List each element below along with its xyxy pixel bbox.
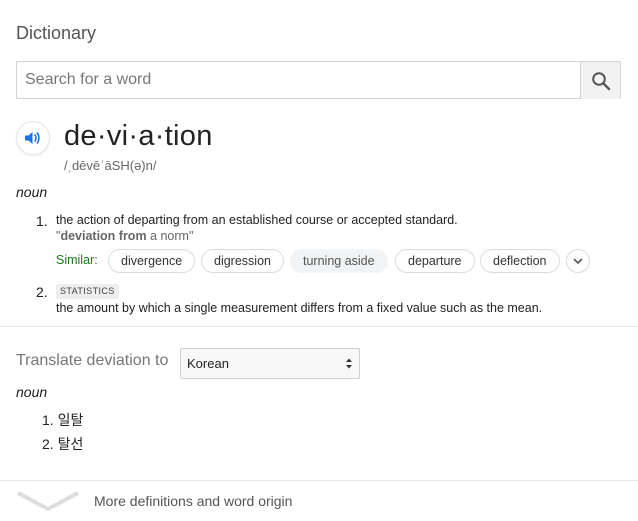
sense-definition: the amount by which a single measurement… [56,301,543,315]
similar-label: Similar: [56,253,98,267]
language-select[interactable]: Korean [180,348,360,379]
speaker-icon [25,132,40,144]
expand-more-icon[interactable] [16,490,80,512]
dictionary-card: Dictionary de·vi·a·tion /ˌdēvēˈāSH(ə)n/ … [0,0,638,521]
similar-chip-digression[interactable]: digression [201,249,284,273]
translation-item: 2. 탈선 [42,436,84,452]
sense-example: "deviation from a norm" [56,229,194,243]
section-divider [0,326,638,327]
similar-chip-departure[interactable]: departure [395,249,475,273]
similar-chip-turning-aside[interactable]: turning aside [290,249,388,273]
sense-number: 1. [36,213,48,229]
similar-chip-divergence[interactable]: divergence [108,249,196,273]
headword: de·vi·a·tion [64,120,213,152]
card-title: Dictionary [16,23,97,43]
chevron-down-icon [573,258,583,264]
footer-divider [0,480,638,481]
search-icon [591,71,610,90]
domain-label: STATISTICS [56,284,119,299]
search-input[interactable] [17,62,581,98]
search-button[interactable] [580,62,620,99]
sense-definition: the action of departing from an establis… [56,213,458,227]
translation-part-of-speech: noun [16,384,48,400]
translate-label: Translate deviation to [16,352,169,369]
sense-number: 2. [36,284,48,300]
part-of-speech: noun [16,184,48,200]
translation-item: 1. 일탈 [42,412,84,428]
more-definitions-link[interactable]: More definitions and word origin [94,493,292,509]
search-box [16,61,621,99]
select-arrows-icon [346,358,352,369]
pronunciation-button[interactable] [16,121,50,155]
language-selected-value: Korean [187,356,229,371]
phonetic-spelling: /ˌdēvēˈāSH(ə)n/ [64,158,157,173]
similar-chip-deflection[interactable]: deflection [480,249,560,273]
expand-similar-button[interactable] [566,249,590,273]
